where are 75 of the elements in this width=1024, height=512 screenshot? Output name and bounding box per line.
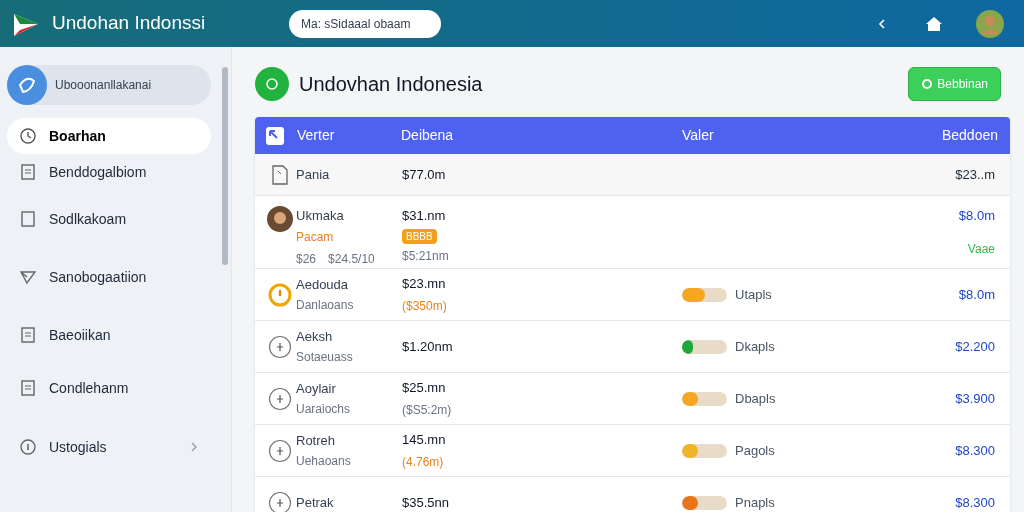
amount-text: $25.mn — [402, 379, 446, 398]
status-text: Utapls — [735, 285, 772, 304]
amount-text: $35.5nn — [402, 493, 449, 512]
column-header[interactable]: Valer — [682, 125, 942, 146]
app-title: Undohan Indonssi — [52, 11, 207, 36]
amount-text: $1.20nm — [402, 337, 453, 356]
value-text: $3.900 — [955, 389, 995, 408]
row-name: Aeksh — [296, 327, 334, 346]
search-field[interactable]: Ma: sSidaaal obaam — [289, 9, 441, 38]
plus-icon — [268, 386, 292, 411]
sidebar-item[interactable]: Condlehanm — [7, 364, 211, 412]
value-text: $23..m — [955, 165, 995, 184]
document-icon — [271, 164, 289, 185]
page-title: Undovhan Indonesia — [299, 72, 484, 97]
row-subtitle: Uehaoans — [296, 453, 352, 471]
logo-icon — [255, 67, 289, 101]
amount-subtext: $5:21nm — [402, 247, 449, 265]
row-name: Aoylair — [296, 379, 337, 398]
status-text: Pagols — [735, 441, 775, 460]
row-subtitle: Danlaoans — [296, 297, 355, 315]
table-cell-text: $26 — [296, 250, 317, 268]
column-header[interactable]: Verter — [297, 125, 401, 146]
sidebar-item[interactable]: Benddogalbiom — [7, 154, 211, 190]
row-name: Aedouda — [296, 275, 350, 294]
sidebar-item[interactable]: Ustogials — [7, 412, 211, 482]
amount-subtext: ($S5:2m) — [402, 401, 452, 419]
plus-icon — [268, 334, 292, 359]
document-icon — [19, 163, 37, 181]
amount-text: $77.0m — [402, 165, 446, 184]
amount-subtext: ($350m) — [402, 297, 447, 315]
value-text: $8.0m — [958, 207, 995, 225]
amount-subtext: (4.76m) — [402, 453, 444, 471]
value-subtext: Vaae — [967, 240, 995, 258]
clock-icon — [19, 127, 37, 145]
funnel-icon — [19, 268, 37, 286]
value-text: $8.0m — [958, 285, 995, 304]
status-badge: BBBB — [402, 228, 437, 244]
value-text: $8.300 — [955, 493, 995, 512]
profile-card[interactable]: Ubooonanllakanai — [7, 65, 211, 105]
document-icon — [19, 326, 37, 344]
row-name: Petrak — [296, 493, 335, 512]
square-icon — [19, 210, 37, 228]
warning-icon — [268, 282, 292, 307]
sidebar-item[interactable]: Sanobogaatiion — [7, 248, 211, 306]
profile-name: Ubooonanllakanai — [55, 77, 152, 94]
sidebar-item[interactable]: Sodlkakoam — [7, 190, 211, 248]
profile-icon — [7, 65, 47, 105]
scrollbar[interactable] — [222, 67, 228, 265]
row-subtitle: Pacam — [296, 228, 335, 246]
row-subtitle: Uaraiochs — [296, 401, 352, 419]
row-name: Rotreh — [296, 431, 337, 450]
amount-text: 145.mn — [402, 431, 446, 450]
status-text: Pnapls — [735, 493, 775, 512]
row-name: Pania — [296, 165, 331, 184]
value-text: $2.200 — [955, 337, 995, 356]
row-subtitle: Sotaeuass — [296, 349, 354, 367]
sidebar-item[interactable]: Baeoiikan — [7, 306, 211, 364]
column-header[interactable]: Deibena — [401, 125, 682, 146]
sidebar-item[interactable]: Boarhan — [7, 118, 211, 154]
document-icon — [19, 379, 37, 397]
amount-text: $31.nm — [402, 207, 446, 225]
amount-text: $23.mn — [402, 275, 446, 294]
info-icon — [19, 438, 37, 456]
plus-icon — [268, 490, 292, 512]
table-cell-text: $24.5/10 — [328, 250, 375, 268]
row-name: Ukmaka — [296, 207, 345, 225]
chevron-icon — [189, 441, 199, 453]
value-text: $8.300 — [955, 441, 995, 460]
status-text: Dkapls — [735, 337, 775, 356]
circle-icon — [921, 78, 934, 90]
status-text: Dbapls — [735, 389, 776, 408]
plus-icon — [268, 438, 292, 463]
avatar-icon — [267, 206, 293, 232]
column-header[interactable]: Beddoen — [941, 125, 998, 146]
back-icon[interactable] — [876, 17, 888, 30]
